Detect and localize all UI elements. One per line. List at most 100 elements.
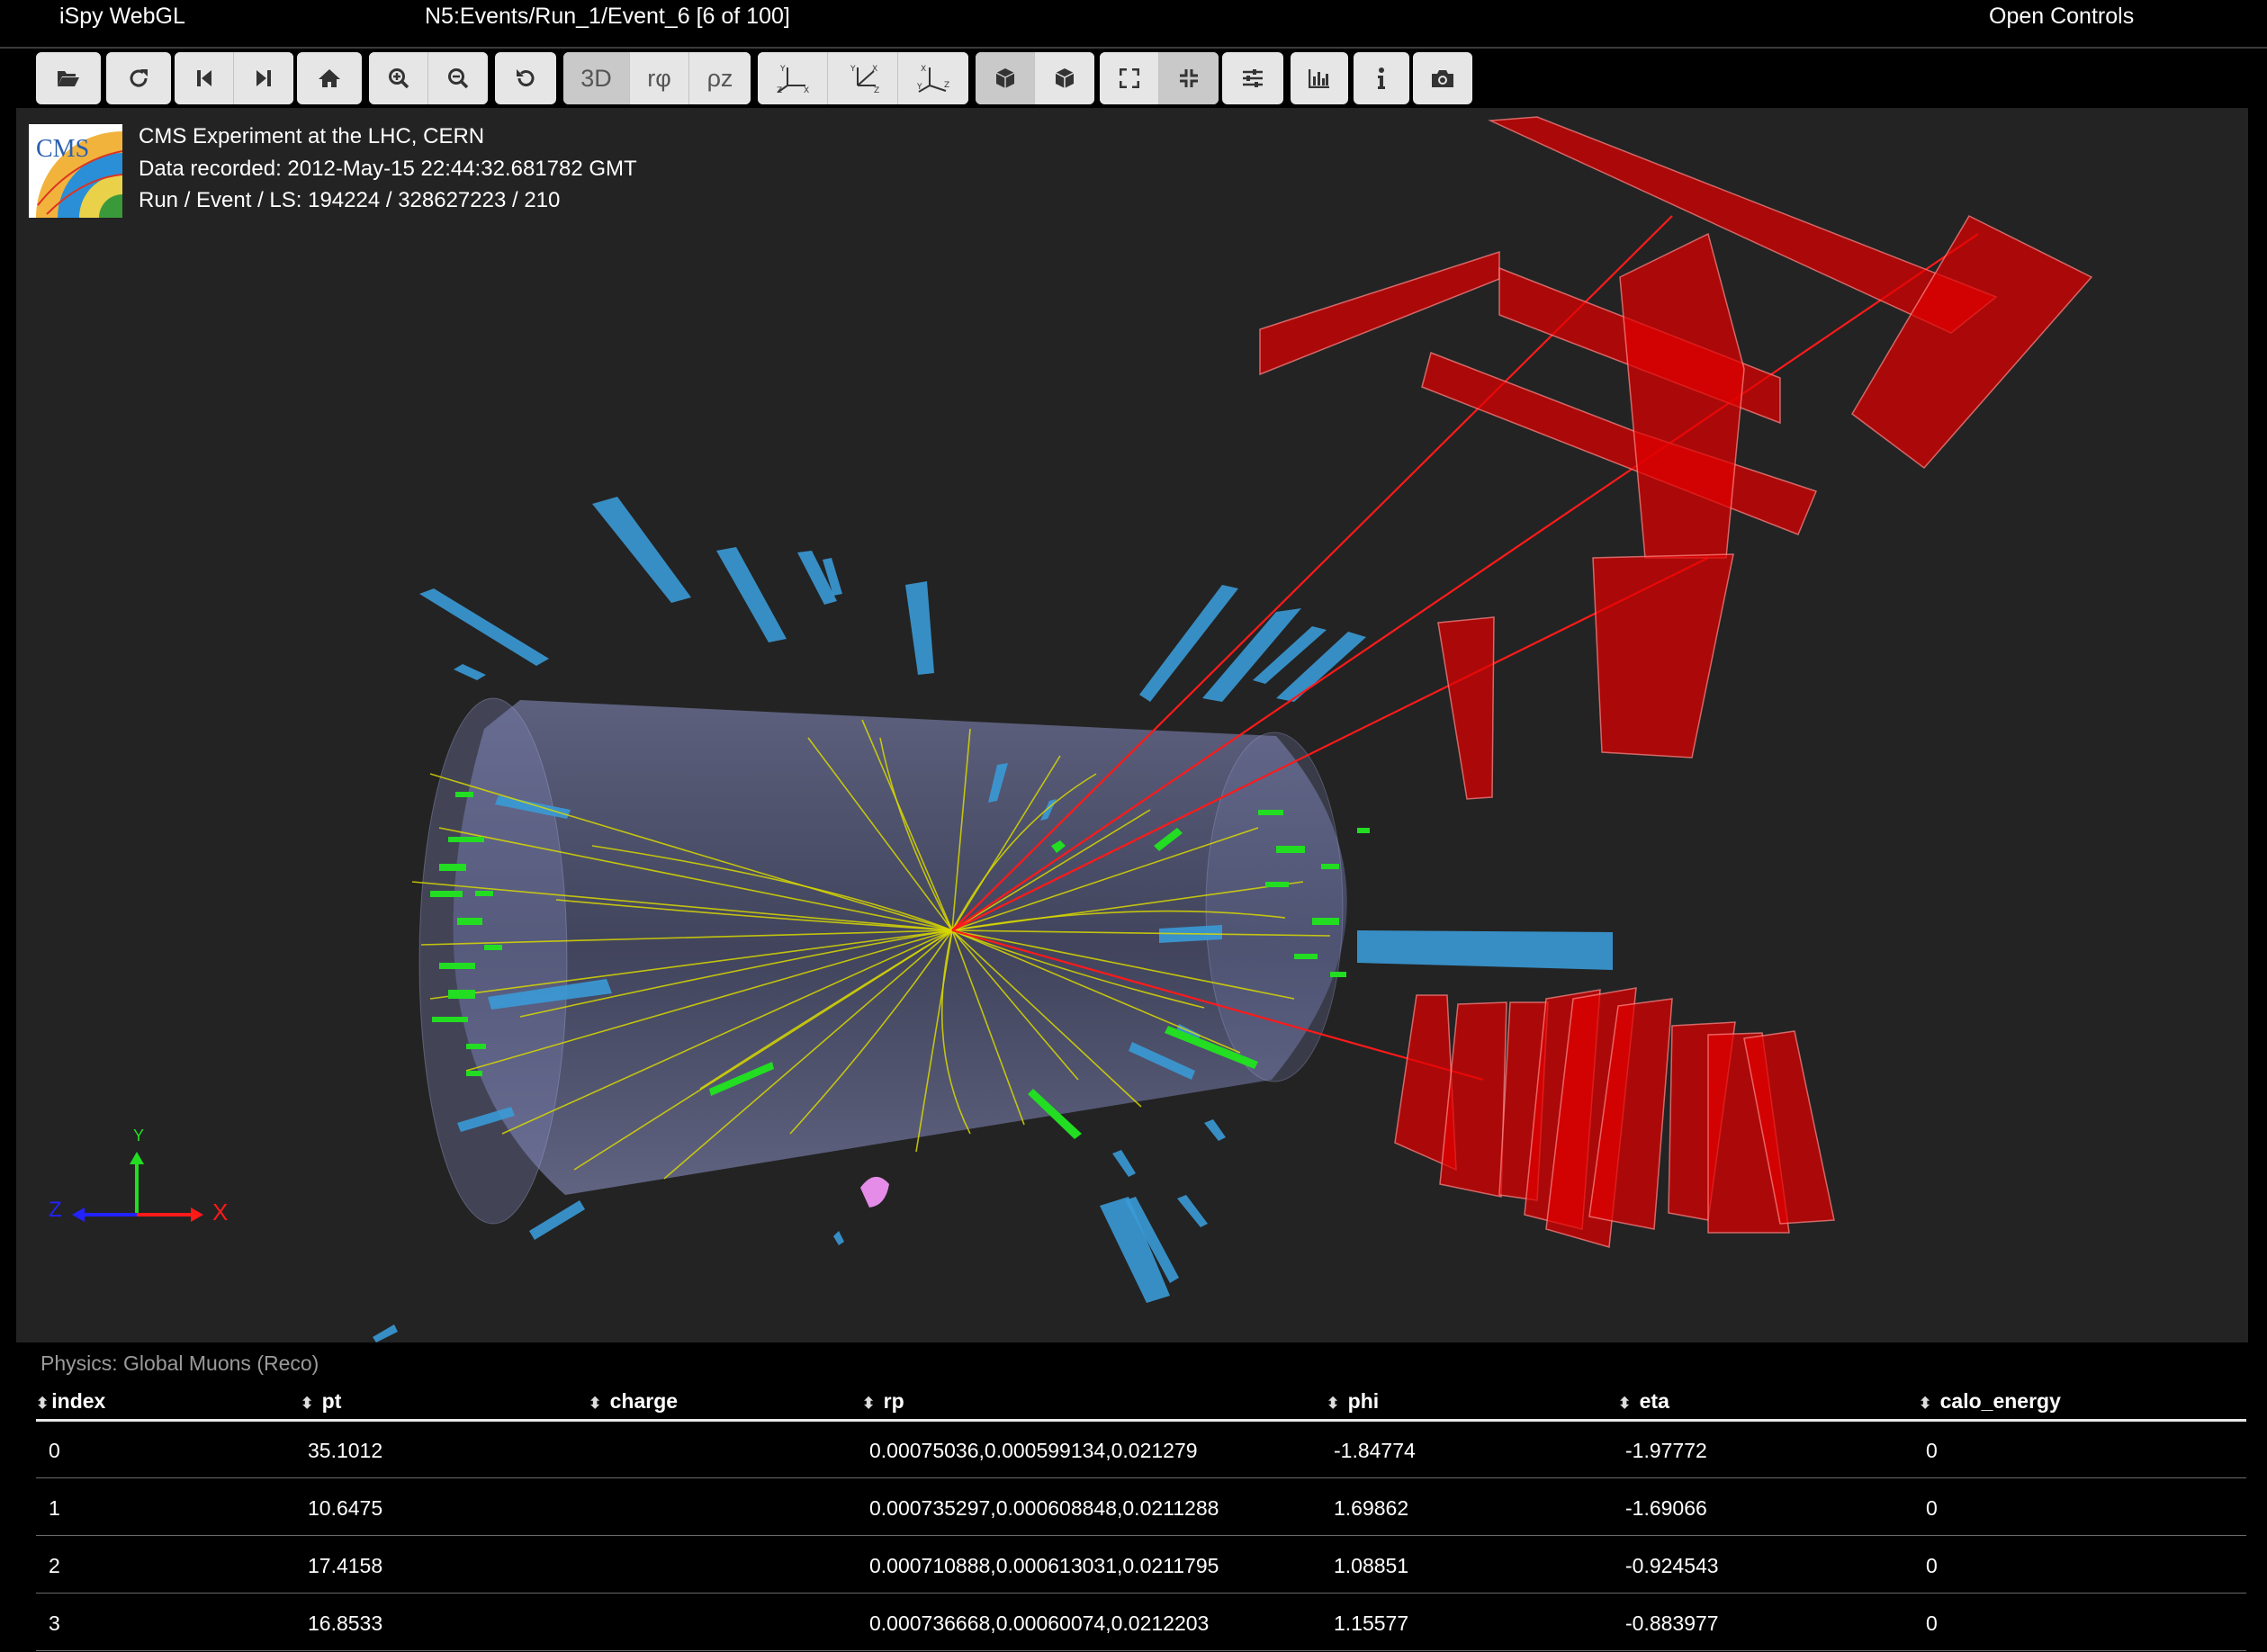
column-header-charge[interactable]: ⬍ charge — [589, 1384, 862, 1422]
cell-calo-energy: 0 — [1919, 1535, 2246, 1594]
open-controls-link[interactable]: Open Controls — [1989, 4, 2134, 30]
axis-x-label: X — [212, 1199, 228, 1226]
sort-icon: ⬍ — [589, 1394, 602, 1412]
cell-rp: 0.000710888,0.000613031,0.0211795 — [862, 1535, 1327, 1594]
sort-icon: ⬍ — [862, 1394, 876, 1412]
cell-index: 3 — [36, 1593, 301, 1651]
column-header-index[interactable]: ⬍ index — [36, 1384, 301, 1422]
cell-phi: 1.69862 — [1327, 1477, 1618, 1536]
zoom-out-icon[interactable] — [428, 52, 488, 104]
event-path: N5:Events/Run_1/Event_6 [6 of 100] — [425, 4, 790, 29]
axis-zxy-icon[interactable]: XY Z — [898, 52, 968, 104]
info-group — [1354, 52, 1409, 104]
table-row[interactable]: 3 16.8533 0.000736668,0.00060074,0.02122… — [36, 1593, 2246, 1651]
compress-icon[interactable] — [1159, 52, 1219, 104]
event-display-scene[interactable]: Y X Z — [16, 108, 2248, 1342]
view-3d-button[interactable]: 3D — [563, 52, 630, 104]
run-event-label: Run / Event / LS: 194224 / 328627223 / 2… — [139, 188, 561, 212]
info-icon[interactable] — [1354, 52, 1409, 104]
svg-text:Z: Z — [777, 86, 782, 94]
experiment-label: CMS Experiment at the LHC, CERN — [139, 124, 485, 148]
view-rhoz-button[interactable]: ρz — [689, 52, 751, 104]
table-row[interactable]: 0 35.1012 0.00075036,0.000599134,0.02127… — [36, 1420, 2246, 1478]
table-row[interactable]: 1 10.6475 0.000735297,0.000608848,0.0211… — [36, 1477, 2246, 1536]
reload-icon[interactable] — [106, 52, 171, 104]
cell-calo-energy: 0 — [1919, 1420, 2246, 1478]
svg-text:Y: Y — [916, 83, 922, 92]
axis-yxz-icon[interactable]: Y X Z — [828, 52, 898, 104]
camera-type-group — [976, 52, 1094, 104]
svg-text:X: X — [872, 65, 877, 74]
physics-table-panel: Physics: Global Muons (Reco) ⬍ index ⬍ pt… — [16, 1342, 2248, 1652]
orthographic-cube-icon[interactable] — [1035, 52, 1094, 104]
table-header-row: ⬍ index ⬍ pt ⬍ charge ⬍ rp ⬍ phi ⬍ eta ⬍ … — [36, 1384, 2246, 1422]
vertex-marker — [860, 1176, 889, 1208]
cell-phi: 1.08851 — [1327, 1535, 1618, 1594]
chart-group — [1291, 52, 1348, 104]
column-header-calo-energy[interactable]: ⬍ calo_energy — [1919, 1384, 2246, 1422]
sort-icon: ⬍ — [36, 1394, 49, 1412]
sort-icon: ⬍ — [1919, 1394, 1932, 1412]
cms-logo: CMS — [29, 124, 122, 218]
table-row[interactable]: 2 17.4158 0.000710888,0.000613031,0.0211… — [36, 1535, 2246, 1594]
cell-pt: 17.4158 — [301, 1535, 589, 1594]
camera-group — [1413, 52, 1472, 104]
settings-sliders-icon[interactable] — [1222, 52, 1283, 104]
cell-index: 2 — [36, 1535, 301, 1594]
projection-group: 3D rφ ρz — [563, 52, 751, 104]
app-title: iSpy WebGL — [59, 4, 185, 29]
cell-phi: -1.84774 — [1327, 1420, 1618, 1478]
sort-icon: ⬍ — [301, 1394, 314, 1412]
reset-icon[interactable] — [495, 52, 556, 104]
cell-pt: 10.6475 — [301, 1477, 589, 1536]
column-header-pt[interactable]: ⬍ pt — [301, 1384, 589, 1422]
column-header-rp[interactable]: ⬍ rp — [862, 1384, 1327, 1422]
cell-charge — [589, 1535, 862, 1594]
perspective-cube-icon[interactable] — [976, 52, 1035, 104]
cell-charge — [589, 1420, 862, 1478]
reset-group — [495, 52, 556, 104]
zoom-group — [369, 52, 488, 104]
cell-eta: -1.97772 — [1618, 1420, 1919, 1478]
axis-xyz-icon[interactable]: Y Z X — [758, 52, 828, 104]
event-display-viewport[interactable]: Y X Z CMS CMS Experiment at the LHC, CER… — [16, 108, 2248, 1342]
svg-text:Z: Z — [874, 86, 879, 94]
chart-icon[interactable] — [1291, 52, 1348, 104]
cell-pt: 16.8533 — [301, 1593, 589, 1651]
sort-icon: ⬍ — [1618, 1394, 1632, 1412]
toolbar: 3D rφ ρz YZX YXZ XYZ — [0, 49, 2267, 108]
cell-index: 0 — [36, 1420, 301, 1478]
home-icon[interactable] — [297, 52, 362, 104]
home-group — [297, 52, 362, 104]
sort-icon: ⬍ — [1327, 1394, 1340, 1412]
table-title: Physics: Global Muons (Reco) — [40, 1351, 319, 1375]
top-bar: iSpy WebGL N5:Events/Run_1/Event_6 [6 of… — [0, 0, 2267, 49]
folder-open-icon[interactable] — [36, 52, 101, 104]
axis-gizmo: Y X Z — [49, 1127, 228, 1226]
cell-calo-energy: 0 — [1919, 1593, 2246, 1651]
expand-icon[interactable] — [1100, 52, 1159, 104]
column-header-eta[interactable]: ⬍ eta — [1618, 1384, 1919, 1422]
cell-eta: -1.69066 — [1618, 1477, 1919, 1536]
svg-text:Y: Y — [779, 65, 786, 74]
muon-chambers — [1259, 116, 2093, 1248]
previous-event-icon[interactable] — [175, 52, 234, 104]
camera-icon[interactable] — [1413, 52, 1472, 104]
cell-charge — [589, 1477, 862, 1536]
global-muons-table: ⬍ index ⬍ pt ⬍ charge ⬍ rp ⬍ phi ⬍ eta ⬍ … — [36, 1384, 2246, 1651]
cell-rp: 0.000736668,0.00060074,0.0212203 — [862, 1593, 1327, 1651]
axis-y-label: Y — [133, 1127, 144, 1145]
recorded-label: Data recorded: 2012-May-15 22:44:32.6817… — [139, 157, 637, 181]
zoom-in-icon[interactable] — [369, 52, 428, 104]
event-nav-group — [175, 52, 293, 104]
next-event-icon[interactable] — [234, 52, 293, 104]
column-header-phi[interactable]: ⬍ phi — [1327, 1384, 1618, 1422]
cell-pt: 35.1012 — [301, 1420, 589, 1478]
cell-eta: -0.924543 — [1618, 1535, 1919, 1594]
view-rphi-button[interactable]: rφ — [630, 52, 689, 104]
cell-rp: 0.000735297,0.000608848,0.0211288 — [862, 1477, 1327, 1536]
cell-eta: -0.883977 — [1618, 1593, 1919, 1651]
fullscreen-group — [1100, 52, 1219, 104]
axis-view-group: YZX YXZ XYZ — [758, 52, 968, 104]
axis-z-label: Z — [49, 1198, 62, 1222]
